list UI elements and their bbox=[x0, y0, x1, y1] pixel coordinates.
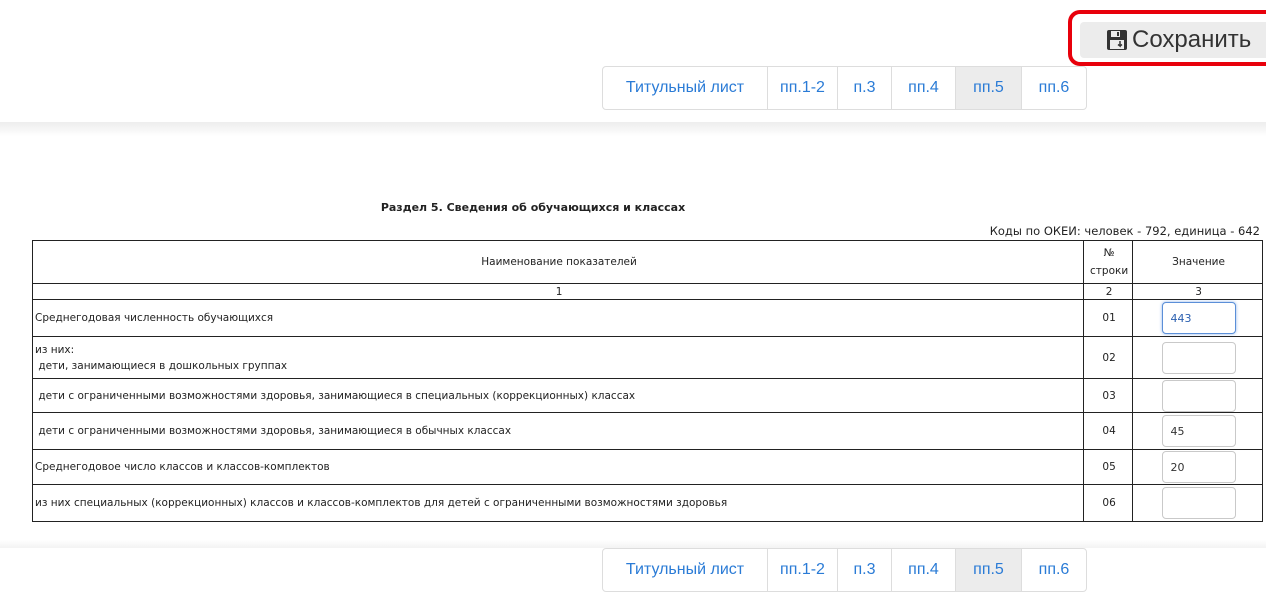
value-input-04[interactable] bbox=[1161, 415, 1236, 447]
header-value: Значение bbox=[1132, 240, 1263, 284]
tab-label: пп.5 bbox=[973, 79, 1004, 96]
tab-pp6[interactable]: пп.6 bbox=[1022, 549, 1086, 591]
tab-label: п.3 bbox=[853, 79, 876, 96]
row-value-cell bbox=[1132, 449, 1263, 485]
tab-label: пп.6 bbox=[1038, 561, 1070, 578]
tab-pp4[interactable]: пп.4 bbox=[892, 67, 956, 109]
header-name: Наименование показателей bbox=[31, 240, 1085, 284]
row-value-cell bbox=[1132, 378, 1263, 413]
header-code-line2: строки bbox=[1090, 265, 1129, 277]
row-code: 06 bbox=[1083, 484, 1134, 522]
tab-label: Титульный лист bbox=[625, 79, 745, 96]
table-row: дети с ограниченными возможностями здоро… bbox=[31, 378, 1263, 413]
tab-pp4[interactable]: пп.4 bbox=[892, 549, 956, 591]
row-name: Среднегодовое число классов и классов-ко… bbox=[31, 449, 1085, 485]
value-input-06[interactable] bbox=[1161, 487, 1236, 519]
section5-table: Наименование показателей № строки Значен… bbox=[31, 240, 1263, 522]
row-name: из них: дети, занимающиеся в дошкольных … bbox=[31, 336, 1085, 379]
row-name: дети с ограниченными возможностями здоро… bbox=[31, 412, 1085, 450]
divider-top bbox=[0, 122, 1266, 136]
tab-p3[interactable]: п.3 bbox=[838, 67, 892, 109]
row-name: Среднегодовая численность обучающихся bbox=[31, 299, 1085, 337]
table-header-row: Наименование показателей № строки Значен… bbox=[31, 240, 1263, 284]
table-row: из них специальных (коррекционных) класс… bbox=[31, 484, 1263, 522]
floppy-save-icon bbox=[1106, 29, 1128, 51]
row-name-line1: из них: bbox=[35, 343, 75, 356]
table-row: Среднегодовое число классов и классов-ко… bbox=[31, 449, 1263, 485]
tab-pp1-2[interactable]: пп.1-2 bbox=[768, 67, 838, 109]
section-tabs-bottom: Титульный лист пп.1-2 п.3 пп.4 пп.5 пп.6 bbox=[602, 548, 1087, 592]
row-name: дети с ограниченными возможностями здоро… bbox=[31, 378, 1085, 413]
row-name: из них специальных (коррекционных) класс… bbox=[31, 484, 1085, 522]
save-button[interactable]: Сохранить bbox=[1080, 22, 1266, 58]
tab-label: п.3 bbox=[853, 561, 876, 578]
row-value-cell bbox=[1132, 299, 1263, 337]
col-number-2: 2 bbox=[1083, 283, 1134, 300]
header-code: № строки bbox=[1083, 240, 1134, 284]
row-code: 05 bbox=[1083, 449, 1134, 485]
value-input-05[interactable] bbox=[1161, 451, 1236, 483]
value-input-03[interactable] bbox=[1161, 379, 1236, 412]
tab-title-page[interactable]: Титульный лист bbox=[603, 67, 768, 109]
section-tabs-top: Титульный лист пп.1-2 п.3 пп.4 пп.5 пп.6 bbox=[602, 66, 1087, 110]
tab-label: пп.6 bbox=[1038, 79, 1070, 96]
col-number-3: 3 bbox=[1132, 283, 1263, 300]
table-row: из них: дети, занимающиеся в дошкольных … bbox=[31, 336, 1263, 379]
tab-label: Титульный лист bbox=[625, 561, 745, 578]
tab-label: пп.4 bbox=[908, 79, 939, 96]
row-value-cell bbox=[1132, 412, 1263, 450]
header-code-line1: № bbox=[1103, 247, 1115, 259]
table-row: Среднегодовая численность обучающихся 01 bbox=[31, 299, 1263, 337]
tab-p3[interactable]: п.3 bbox=[838, 549, 892, 591]
row-value-cell bbox=[1132, 336, 1263, 379]
tab-pp1-2[interactable]: пп.1-2 bbox=[768, 549, 838, 591]
tab-title-page[interactable]: Титульный лист bbox=[603, 549, 768, 591]
tab-label: пп.4 bbox=[908, 561, 939, 578]
row-code: 02 bbox=[1083, 336, 1134, 379]
row-value-cell bbox=[1132, 484, 1263, 522]
tab-label: пп.1-2 bbox=[780, 561, 825, 578]
table-row: дети с ограниченными возможностями здоро… bbox=[31, 412, 1263, 450]
tab-label: пп.5 bbox=[973, 561, 1004, 578]
col-number-1: 1 bbox=[31, 283, 1085, 300]
value-input-02[interactable] bbox=[1161, 341, 1236, 374]
row-code: 04 bbox=[1083, 412, 1134, 450]
divider-bottom bbox=[0, 540, 1266, 548]
row-code: 01 bbox=[1083, 299, 1134, 337]
save-button-label: Сохранить bbox=[1132, 26, 1252, 53]
tab-pp5[interactable]: пп.5 bbox=[956, 67, 1022, 109]
column-number-row: 1 2 3 bbox=[31, 283, 1263, 300]
section-title: Раздел 5. Сведения об обучающихся и клас… bbox=[380, 201, 686, 214]
value-input-01[interactable] bbox=[1161, 302, 1236, 334]
row-name-line2: дети, занимающиеся в дошкольных группах bbox=[35, 359, 288, 372]
row-code: 03 bbox=[1083, 378, 1134, 413]
okei-codes-note: Коды по ОКЕИ: человек - 792, единица - 6… bbox=[989, 224, 1260, 238]
tab-pp5[interactable]: пп.5 bbox=[956, 549, 1022, 591]
tab-pp6[interactable]: пп.6 bbox=[1022, 67, 1086, 109]
save-highlight-frame: Сохранить bbox=[1068, 10, 1266, 66]
tab-label: пп.1-2 bbox=[780, 79, 825, 96]
